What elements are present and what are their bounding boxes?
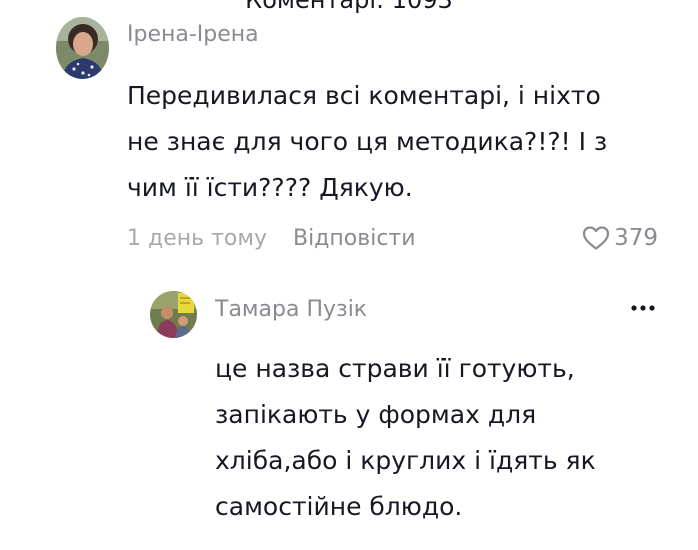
heart-outline-icon xyxy=(582,226,610,250)
comments-panel: Коментарі: 1093 Ірена-Ірена Передивилася… xyxy=(0,0,698,550)
more-options-icon xyxy=(631,305,655,311)
like-count: 379 xyxy=(614,225,658,251)
user-avatar-photo xyxy=(56,17,109,79)
reply-username[interactable]: Тамара Пузік xyxy=(215,297,367,322)
commenter-avatar[interactable] xyxy=(56,17,109,79)
reply-avatar[interactable] xyxy=(150,291,197,338)
user-avatar-photo xyxy=(150,291,197,338)
comments-count-title: Коментарі: 1093 xyxy=(245,0,453,14)
more-options-button[interactable] xyxy=(628,300,658,314)
comment-text: Передивилася всі коментарі, і ніхто не з… xyxy=(127,81,608,202)
commenter-username[interactable]: Ірена-Ірена xyxy=(127,22,259,47)
like-button[interactable]: 379 xyxy=(582,222,658,254)
comment-meta: 1 день тому Відповісти xyxy=(127,222,416,254)
comment-timestamp: 1 день тому xyxy=(127,225,267,251)
reply-text: це назва страви її готують, запікають у … xyxy=(215,354,596,521)
reply-button[interactable]: Відповісти xyxy=(293,226,416,251)
